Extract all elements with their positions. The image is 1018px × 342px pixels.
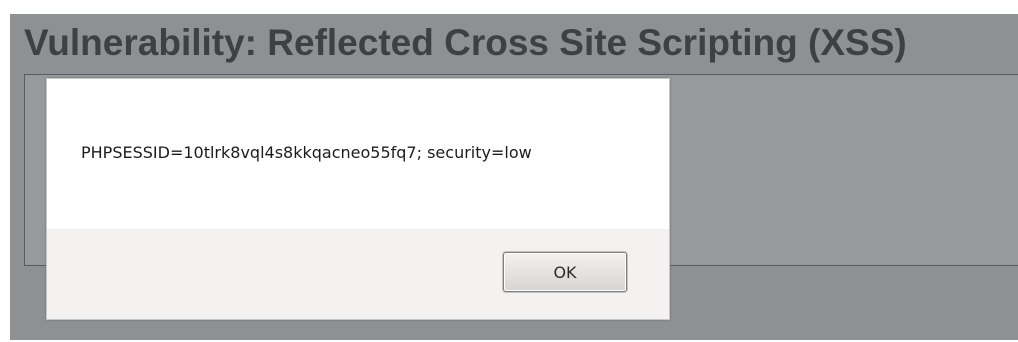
page-title: Vulnerability: Reflected Cross Site Scri… <box>24 22 907 63</box>
alert-dialog: PHPSESSID=10tlrk8vql4s8kkqacneo55fq7; se… <box>46 78 670 320</box>
alert-message: PHPSESSID=10tlrk8vql4s8kkqacneo55fq7; se… <box>81 143 532 162</box>
ok-button[interactable]: OK <box>503 252 627 292</box>
alert-footer: OK <box>47 229 669 319</box>
alert-body: PHPSESSID=10tlrk8vql4s8kkqacneo55fq7; se… <box>47 79 669 229</box>
